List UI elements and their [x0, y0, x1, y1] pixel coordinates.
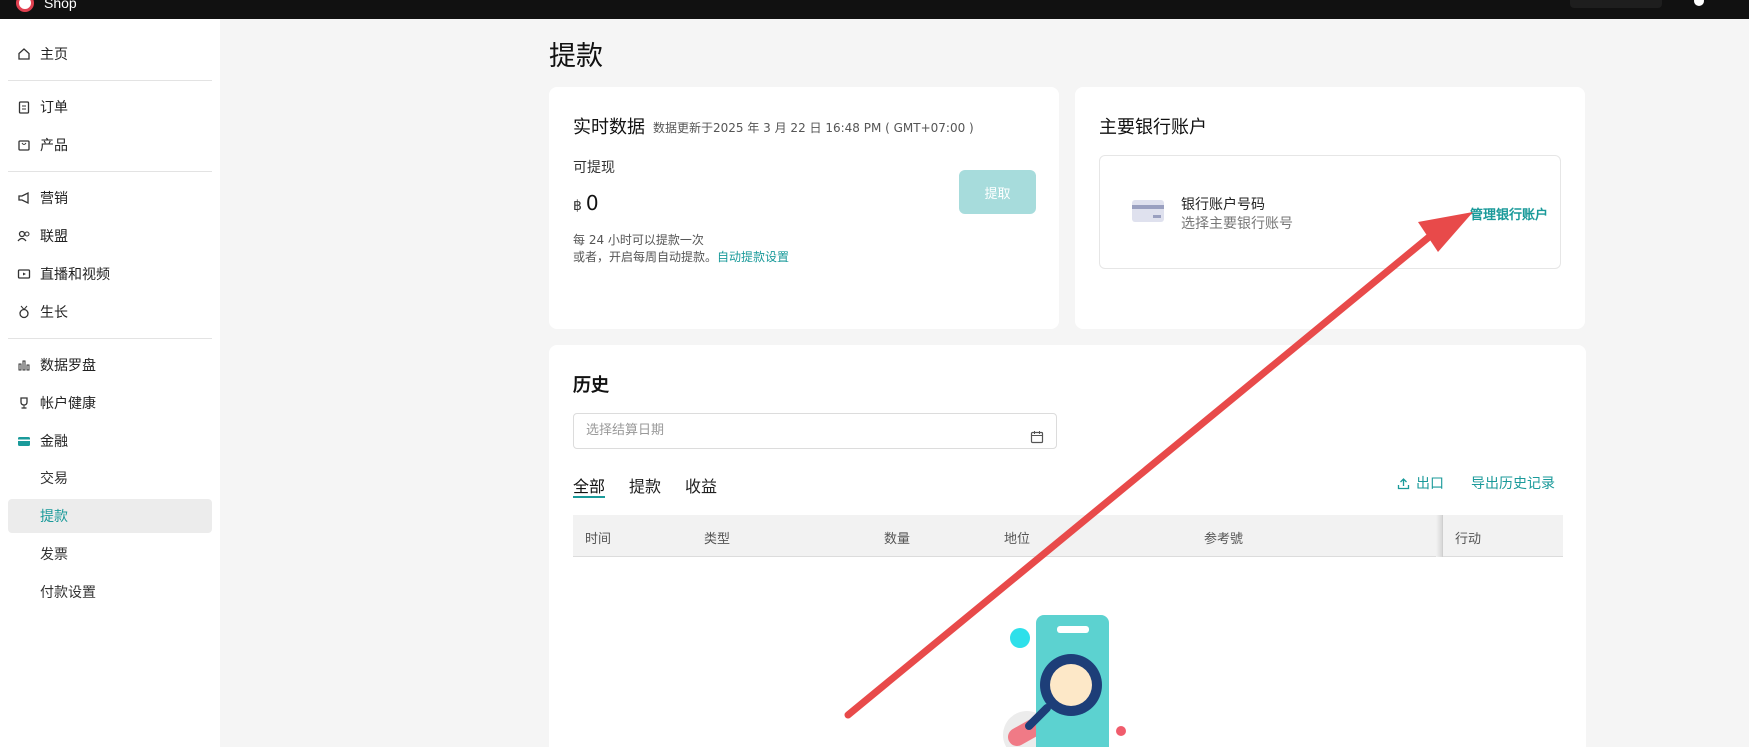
megaphone-icon: [16, 190, 32, 206]
sidebar-item-products[interactable]: 产品: [8, 128, 212, 162]
withdraw-frequency-note: 每 24 小时可以提款一次: [573, 233, 704, 247]
active-tab-indicator: [573, 496, 605, 498]
sidebar-item-affiliate[interactable]: 联盟: [8, 219, 212, 253]
tab-all[interactable]: 全部: [573, 473, 605, 497]
users-icon: [16, 228, 32, 244]
sidebar-item-label: 数据罗盘: [40, 358, 96, 374]
sidebar-item-label: 发票: [40, 547, 68, 563]
home-icon: [16, 46, 32, 62]
sidebar-item-marketing[interactable]: 营销: [8, 181, 212, 215]
realtime-data-card: 实时数据 数据更新于2025 年 3 月 22 日 16:48 PM ( GMT…: [549, 87, 1059, 329]
sidebar-item-label: 金融: [40, 434, 68, 450]
sidebar-item-label: 生长: [40, 305, 68, 321]
history-title: 历史: [573, 375, 609, 396]
tab-earnings[interactable]: 收益: [685, 473, 717, 497]
shop-logo[interactable]: [16, 0, 34, 12]
column-header-status: 地位: [1004, 532, 1031, 547]
realtime-title: 实时数据: [573, 117, 645, 138]
bank-card-icon: [1132, 200, 1164, 222]
calendar-icon[interactable]: [1030, 424, 1044, 444]
page-title: 提款: [549, 41, 603, 72]
date-placeholder: 选择结算日期: [586, 423, 665, 438]
top-bar: Shop: [0, 0, 1749, 19]
withdraw-button[interactable]: 提取: [959, 170, 1036, 214]
sidebar: 主页 订单 产品 营销 联盟 直播和视频 生长 数据罗盘 帐户健康 金融 交易: [0, 19, 220, 747]
empty-state-illustration: [1003, 615, 1126, 747]
bank-title: 主要银行账户: [1099, 117, 1207, 138]
column-header-reference: 参考號: [1204, 532, 1244, 547]
sidebar-item-label: 提款: [40, 509, 68, 525]
manage-bank-account-link[interactable]: 管理银行账户: [1470, 204, 1548, 223]
medal-icon: [16, 304, 32, 320]
sidebar-divider: [8, 338, 212, 339]
top-bar-button[interactable]: [1570, 0, 1662, 8]
sidebar-item-payment-settings[interactable]: 付款设置: [8, 575, 212, 609]
bar-chart-icon: [16, 357, 32, 373]
user-avatar[interactable]: [1694, 0, 1704, 6]
video-icon: [16, 266, 32, 282]
sidebar-divider: [8, 80, 212, 81]
auto-withdraw-settings-link[interactable]: 自动提款设置: [717, 250, 789, 264]
amount-value: 0: [585, 191, 599, 215]
export-history-button[interactable]: 导出历史记录: [1471, 473, 1555, 493]
sidebar-item-label: 订单: [40, 100, 68, 116]
sidebar-item-home[interactable]: 主页: [8, 37, 212, 71]
sidebar-item-account-health[interactable]: 帐户健康: [8, 386, 212, 420]
auto-withdraw-note: 或者，开启每周自动提款。自动提款设置: [573, 248, 789, 265]
sidebar-item-label: 直播和视频: [40, 267, 110, 283]
sidebar-item-finance[interactable]: 金融: [8, 424, 212, 458]
currency-symbol: ฿: [573, 198, 582, 214]
bag-icon: [16, 137, 32, 153]
column-header-time: 时间: [585, 532, 612, 547]
available-amount: ฿ 0: [573, 191, 599, 215]
sidebar-item-label: 营销: [40, 191, 68, 207]
sidebar-item-transactions[interactable]: 交易: [8, 461, 212, 495]
export-label: 出口: [1416, 476, 1444, 492]
column-header-action: 行动: [1455, 532, 1482, 547]
sidebar-item-live-video[interactable]: 直播和视频: [8, 257, 212, 291]
available-label: 可提现: [573, 160, 615, 176]
sidebar-divider: [8, 171, 212, 172]
sticky-column-divider: [1442, 515, 1443, 557]
sidebar-item-label: 联盟: [40, 229, 68, 245]
sidebar-item-withdrawals[interactable]: 提款: [8, 499, 212, 533]
tab-withdrawals[interactable]: 提款: [629, 473, 661, 497]
sidebar-item-label: 交易: [40, 471, 68, 487]
column-header-amount: 数量: [884, 532, 911, 547]
settlement-date-input[interactable]: 选择结算日期: [573, 413, 1057, 449]
realtime-updated-time: 数据更新于2025 年 3 月 22 日 16:48 PM ( GMT+07:0…: [653, 121, 974, 135]
history-card: 历史 选择结算日期 全部 提款 收益 出口 导出历史记录 时间 类型 数量 地位…: [549, 345, 1586, 747]
bank-account-card: 主要银行账户 银行账户号码 选择主要银行账号 管理银行账户: [1075, 87, 1585, 329]
clipboard-icon: [16, 99, 32, 115]
bank-account-box: 银行账户号码 选择主要银行账号 管理银行账户: [1099, 155, 1561, 269]
sidebar-item-label: 产品: [40, 138, 68, 154]
bank-account-label: 银行账户号码: [1181, 197, 1265, 213]
wallet-icon: [16, 433, 32, 449]
auto-withdraw-note-text: 或者，开启每周自动提款。: [573, 250, 718, 264]
upload-icon: [1397, 477, 1410, 490]
sidebar-item-label: 主页: [40, 47, 68, 63]
sidebar-item-invoices[interactable]: 发票: [8, 537, 212, 571]
sidebar-item-growth[interactable]: 生长: [8, 295, 212, 329]
sidebar-item-label: 付款设置: [40, 585, 96, 601]
export-button[interactable]: 出口: [1397, 473, 1444, 493]
table-header: 时间 类型 数量 地位 参考號 行动: [573, 515, 1563, 557]
sidebar-item-orders[interactable]: 订单: [8, 90, 212, 124]
sidebar-item-data-compass[interactable]: 数据罗盘: [8, 348, 212, 382]
brand-name: Shop: [44, 0, 77, 11]
bank-account-hint: 选择主要银行账号: [1181, 216, 1293, 232]
trophy-icon: [16, 395, 32, 411]
sidebar-item-label: 帐户健康: [40, 396, 96, 412]
column-header-type: 类型: [704, 532, 731, 547]
